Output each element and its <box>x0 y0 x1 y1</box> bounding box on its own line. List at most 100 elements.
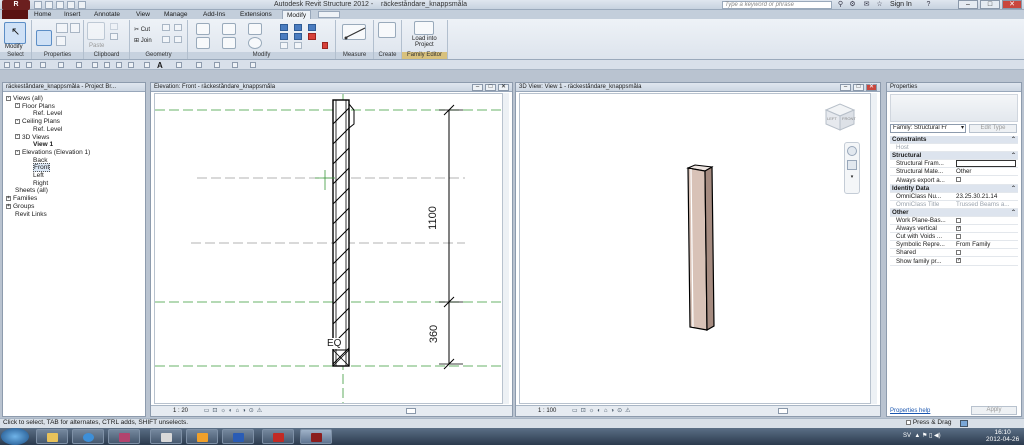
type-properties-icon[interactable] <box>56 23 68 33</box>
tree-item[interactable]: Ref. Level <box>24 126 62 134</box>
redo-icon[interactable] <box>67 1 75 9</box>
property-category[interactable]: Other ⌃ <box>890 208 1018 217</box>
property-row[interactable]: Symbolic Repre... From Family <box>890 241 1018 250</box>
property-value[interactable]: ✓ <box>956 258 1016 265</box>
sign-in-link[interactable]: Sign In <box>890 1 912 8</box>
copy-element-icon[interactable] <box>222 37 236 49</box>
taskbar-outlook[interactable] <box>186 429 218 444</box>
paint-icon[interactable] <box>162 36 170 43</box>
tab-extensions[interactable]: Extensions <box>236 10 276 19</box>
3d-close-button[interactable]: ✕ <box>866 84 877 91</box>
tree-item[interactable]: Ref. Level <box>24 110 62 118</box>
property-checkbox[interactable] <box>956 250 961 256</box>
load-into-project-button[interactable]: Load into Project <box>412 36 437 48</box>
tree-item[interactable]: - Floor Plans <box>15 103 55 111</box>
3d-minimize-button[interactable]: – <box>840 84 851 91</box>
copy-icon[interactable] <box>110 23 118 30</box>
communication-icon[interactable]: ✉ <box>862 1 871 9</box>
remove-icon[interactable] <box>322 42 328 49</box>
tab-insert[interactable]: Insert <box>60 10 84 19</box>
press-drag-toggle[interactable]: Press & Drag <box>906 419 951 426</box>
join-button[interactable]: ⊞ Join <box>134 37 152 44</box>
property-value[interactable] <box>956 249 1016 256</box>
expand-icon[interactable]: + <box>6 195 11 201</box>
property-category[interactable]: Identity Data ⌃ <box>890 184 1018 193</box>
3d-vertical-scrollbar[interactable] <box>870 93 877 404</box>
elevation-restore-button[interactable]: □ <box>485 84 496 91</box>
family-category-icon[interactable] <box>56 36 66 46</box>
qa-3d-icon[interactable] <box>144 62 150 68</box>
view-control-icons[interactable]: ▭⊡☼◐⌂◑⊙⚠ <box>204 408 265 414</box>
align-icon[interactable] <box>196 23 210 35</box>
property-category[interactable]: Structural ⌃ <box>890 152 1018 161</box>
tab-home[interactable]: Home <box>30 10 55 19</box>
view-cube[interactable]: LEFT FRONT <box>822 102 856 132</box>
property-row[interactable]: Always vertical ✓ <box>890 225 1018 234</box>
trim-extend-icon[interactable] <box>294 42 302 49</box>
modify-button[interactable]: ↖ <box>4 22 26 44</box>
create-similar-icon[interactable] <box>378 22 396 38</box>
elevation-close-button[interactable]: ✕ <box>498 84 509 91</box>
property-row[interactable]: Show family pr... ✓ <box>890 258 1018 266</box>
measure-icon[interactable] <box>342 24 366 40</box>
close-button[interactable]: ✕ <box>1002 0 1022 9</box>
qa-print-icon[interactable] <box>76 62 82 68</box>
cut-button[interactable]: ✂ Cut <box>134 26 150 33</box>
subscription-icon[interactable]: ⚙ <box>848 1 857 9</box>
search-input[interactable]: Type a keyword or phrase <box>722 1 832 9</box>
match-properties-icon[interactable] <box>110 33 118 40</box>
open-icon[interactable] <box>34 1 42 9</box>
property-checkbox[interactable] <box>956 234 961 240</box>
taskbar-media[interactable] <box>150 429 182 444</box>
elevation-vertical-scrollbar[interactable] <box>502 93 509 404</box>
property-row[interactable]: Cut with Voids ... <box>890 233 1018 242</box>
load-into-project-icon[interactable] <box>414 21 434 35</box>
tree-item[interactable]: Sheets (all) <box>6 187 48 195</box>
tree-item[interactable]: Left <box>24 172 44 180</box>
property-value[interactable] <box>956 217 1016 224</box>
pin-icon[interactable] <box>294 33 302 40</box>
paste-button[interactable] <box>87 22 105 40</box>
property-value[interactable] <box>956 160 1016 168</box>
qa-redo-icon[interactable] <box>58 62 64 68</box>
qa-open-icon[interactable] <box>4 62 10 68</box>
ribbon-minimize-toggle[interactable] <box>318 11 340 18</box>
properties-button[interactable] <box>36 30 52 46</box>
offset-icon[interactable] <box>222 23 236 35</box>
collapse-category-icon[interactable]: ⌃ <box>1011 209 1016 216</box>
qa-sync-icon[interactable] <box>26 62 32 68</box>
collapse-icon[interactable]: - <box>15 118 20 124</box>
start-button[interactable] <box>1 428 29 445</box>
property-category[interactable]: Constraints ⌃ <box>890 136 1018 144</box>
application-menu-button[interactable] <box>2 10 28 19</box>
wall-joins-icon[interactable] <box>162 24 170 31</box>
family-types-icon[interactable] <box>70 23 80 33</box>
split-icon[interactable] <box>294 24 302 31</box>
tree-item[interactable]: - Ceiling Plans <box>15 118 60 126</box>
qa-switch-windows-icon[interactable] <box>232 62 238 68</box>
taskbar-explorer[interactable] <box>36 429 68 444</box>
property-value[interactable]: Other <box>956 168 1016 175</box>
minimize-button[interactable]: – <box>958 0 978 9</box>
tree-item[interactable]: + Groups <box>6 203 34 211</box>
properties-help-link[interactable]: Properties help <box>890 408 930 414</box>
property-row[interactable]: Shared <box>890 249 1018 258</box>
trim-icon[interactable] <box>280 24 288 31</box>
tree-item[interactable]: - Elevations (Elevation 1) <box>15 149 90 157</box>
collapse-category-icon[interactable]: ⌃ <box>1011 136 1016 143</box>
elevation-horizontal-scroll-thumb[interactable] <box>406 408 416 414</box>
steering-wheel-icon[interactable] <box>847 146 857 156</box>
search-icon[interactable]: ⚲ <box>836 1 845 9</box>
revit-logo-icon[interactable]: R <box>2 0 30 10</box>
array-icon[interactable] <box>308 24 316 31</box>
filter-icon[interactable] <box>960 420 968 427</box>
dimension-lower-value[interactable]: 360 <box>428 325 440 343</box>
mirror-axis-icon[interactable] <box>248 23 262 35</box>
property-checkbox[interactable] <box>956 177 961 183</box>
unpin-icon[interactable] <box>280 42 288 49</box>
apply-button[interactable]: Apply <box>971 406 1017 415</box>
property-row[interactable]: Structural Mate... Other <box>890 168 1018 177</box>
property-checkbox[interactable]: ✓ <box>956 225 961 231</box>
elevation-minimize-button[interactable]: – <box>472 84 483 91</box>
property-row[interactable]: OmniClass Nu... 23.25.30.21.14 <box>890 193 1018 201</box>
